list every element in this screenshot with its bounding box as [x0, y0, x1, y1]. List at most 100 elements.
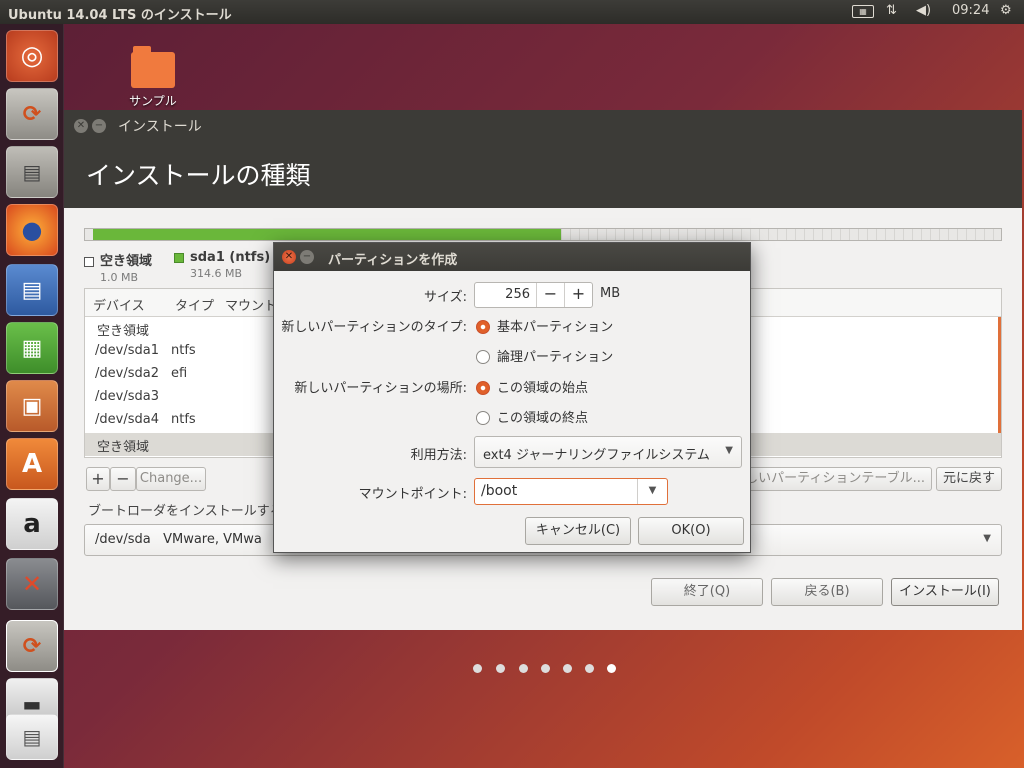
location-start-radio[interactable]: この領域の始点	[476, 377, 588, 396]
keyboard-icon[interactable]: ▦	[852, 5, 874, 18]
type-logical-label: 論理パーティション	[497, 350, 614, 365]
mount-point-combo[interactable]: /boot ▼	[474, 478, 668, 505]
revert-button[interactable]: 元に戻す	[936, 467, 1002, 491]
dialog-titlebar: ✕ − パーティションを作成	[274, 243, 750, 271]
location-label: 新しいパーティションの場所:	[294, 381, 467, 396]
legend-sda1-size: 314.6 MB	[190, 267, 243, 280]
progress-dot-current	[607, 664, 616, 673]
partition-bar	[84, 228, 1002, 241]
legend-swatch	[84, 256, 94, 267]
col-type[interactable]: タイプ	[175, 295, 214, 314]
ok-button[interactable]: OK(O)	[638, 517, 744, 545]
use-as-select[interactable]: ext4 ジャーナリングファイルシステム ▼	[474, 436, 742, 468]
network-icon[interactable]: ⇅	[886, 3, 897, 18]
progress-dot	[496, 664, 505, 673]
top-panel: Ubuntu 14.04 LTS のインストール ▦ ⇅ ◀) 09:24 ⚙	[0, 0, 1024, 24]
launcher: ◎ ⟳ ▤ ● ▤ ▦ ▣ A a ✕ ⟳ ▬ ▤	[0, 24, 64, 768]
legend-swatch	[174, 252, 184, 263]
page-title: インストールの種類	[86, 161, 311, 190]
installer-active-icon[interactable]: ⟳	[6, 620, 58, 672]
mount-point-value[interactable]: /boot	[481, 483, 517, 499]
close-icon[interactable]: ✕	[74, 119, 88, 133]
col-mount[interactable]: マウント	[225, 295, 277, 314]
writer-icon[interactable]: ▤	[6, 264, 58, 316]
legend-free-size: 1.0 MB	[100, 271, 139, 284]
software-center-icon[interactable]: A	[6, 438, 58, 490]
desktop-folder[interactable]: サンプル	[118, 46, 188, 109]
remove-partition-button[interactable]: −	[110, 467, 136, 491]
type-primary-label: 基本パーティション	[497, 320, 614, 335]
cell-device: /dev/sda2	[95, 366, 159, 381]
bootloader-device-value: /dev/sda VMware, VMwa	[95, 532, 262, 547]
legend-free: 空き領域 1.0 MB	[84, 250, 152, 284]
radio-icon	[476, 410, 490, 425]
progress-dot	[585, 664, 594, 673]
installer-icon[interactable]: ⟳	[6, 88, 58, 140]
cancel-button[interactable]: キャンセル(C)	[525, 517, 631, 545]
system-settings-icon[interactable]: ✕	[6, 558, 58, 610]
use-as-value: ext4 ジャーナリングファイルシステム	[483, 448, 710, 463]
cell-device: /dev/sda1	[95, 343, 159, 358]
radio-selected-icon	[476, 319, 490, 334]
cell-type: ntfs	[171, 412, 196, 427]
dialog-minimize-icon[interactable]: −	[300, 250, 314, 264]
size-value[interactable]: 256	[505, 287, 530, 302]
partition-bar-used	[93, 229, 561, 240]
cell-device: 空き領域	[97, 324, 150, 339]
radio-icon	[476, 349, 490, 364]
installer-window-title: インストール	[118, 119, 202, 135]
quit-button[interactable]: 終了(Q)	[651, 578, 763, 606]
col-device[interactable]: デバイス	[93, 295, 145, 314]
cell-device: /dev/sda4	[95, 412, 159, 427]
add-partition-button[interactable]: +	[86, 467, 110, 491]
radio-selected-icon	[476, 380, 490, 395]
dialog-close-icon[interactable]: ✕	[282, 250, 296, 264]
cell-device: 空き領域	[97, 440, 150, 455]
dropdown-arrow-icon[interactable]: ▼	[637, 479, 667, 504]
folder-icon	[131, 46, 175, 88]
progress-dot	[519, 664, 528, 673]
volume-icon[interactable]: ◀)	[916, 3, 931, 18]
increment-button[interactable]: +	[564, 283, 592, 307]
location-end-label: この領域の終点	[497, 411, 589, 426]
desktop-folder-label: サンプル	[129, 94, 177, 108]
ubuntu-dash-icon[interactable]: ◎	[6, 30, 58, 82]
partition-type-label: 新しいパーティションのタイプ:	[281, 320, 467, 335]
installer-header: ✕ − インストール インストールの種類	[64, 110, 1022, 208]
legend-sda1: sda1 (ntfs) 314.6 MB	[174, 250, 270, 280]
mount-point-label: マウントポイント:	[358, 487, 467, 502]
amazon-icon[interactable]: a	[6, 498, 58, 550]
cell-type: ntfs	[171, 343, 196, 358]
use-as-label: 利用方法:	[410, 448, 467, 463]
change-partition-button[interactable]: Change...	[136, 467, 206, 491]
power-gear-icon[interactable]: ⚙	[1000, 3, 1012, 18]
impress-icon[interactable]: ▣	[6, 380, 58, 432]
cell-type: efi	[171, 366, 188, 381]
type-primary-radio[interactable]: 基本パーティション	[476, 316, 613, 335]
create-partition-dialog: ✕ − パーティションを作成 サイズ: 256 − + MB 新しいパーティショ…	[273, 242, 751, 553]
new-partition-table-button[interactable]: しいパーティションテーブル...	[744, 467, 932, 491]
dropdown-arrow-icon: ▼	[725, 445, 733, 456]
calc-icon[interactable]: ▦	[6, 322, 58, 374]
file-manager-icon[interactable]: ▤	[6, 146, 58, 198]
progress-dot	[541, 664, 550, 673]
location-end-radio[interactable]: この領域の終点	[476, 407, 588, 426]
type-logical-radio[interactable]: 論理パーティション	[476, 346, 613, 365]
window-title: Ubuntu 14.04 LTS のインストール	[8, 8, 232, 23]
minimize-icon[interactable]: −	[92, 119, 106, 133]
progress-dot	[563, 664, 572, 673]
dialog-title: パーティションを作成	[328, 253, 458, 268]
clock[interactable]: 09:24	[952, 3, 989, 18]
legend-free-name: 空き領域	[100, 254, 153, 269]
location-start-label: この領域の始点	[497, 381, 589, 396]
install-button[interactable]: インストール(I)	[891, 578, 999, 606]
trash-icon[interactable]: ▤	[6, 714, 58, 760]
back-button[interactable]: 戻る(B)	[771, 578, 883, 606]
size-label: サイズ:	[424, 290, 467, 305]
decrement-button[interactable]: −	[536, 283, 564, 307]
size-spinner[interactable]: 256 − +	[474, 282, 593, 308]
legend-sda1-name: sda1 (ntfs)	[190, 250, 271, 265]
firefox-icon[interactable]: ●	[6, 204, 58, 256]
table-scrollbar[interactable]	[998, 317, 1001, 433]
size-unit: MB	[600, 286, 621, 301]
